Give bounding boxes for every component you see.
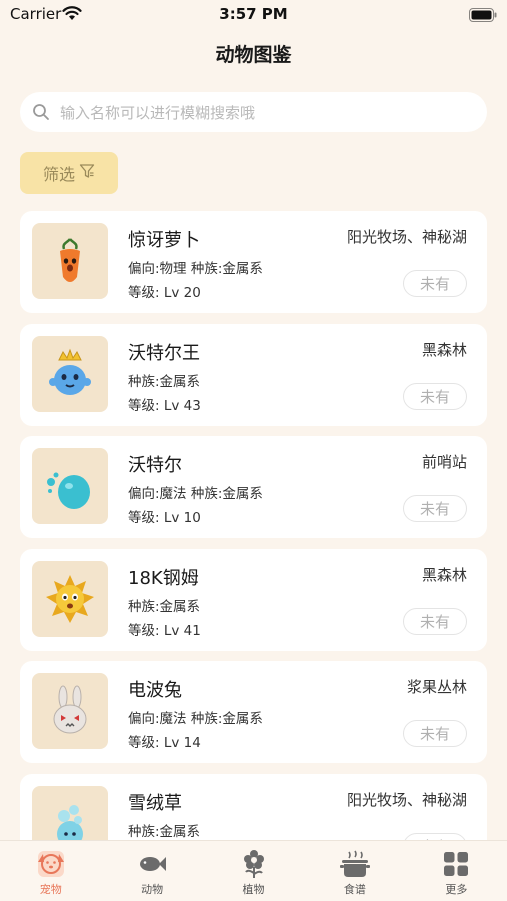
animal-attributes: 偏向:魔法 种族:金属系 [128, 711, 263, 727]
not-owned-button[interactable]: 未有 [403, 270, 467, 297]
animal-attributes: 种族:金属系 [128, 373, 201, 390]
fish-icon [137, 849, 167, 879]
tab-label: 更多 [445, 883, 468, 896]
animal-name: 惊讶萝卜 [128, 230, 200, 251]
animal-attributes: 种族:金属系 [128, 598, 201, 615]
animal-location: 黑森林 [421, 565, 467, 584]
list-item[interactable]: 惊讶萝卜 阳光牧场、神秘湖 偏向:物理 种族:金属系 等级: Lv 20 未有 [20, 211, 487, 313]
animal-level: 等级: Lv 20 [128, 285, 201, 301]
filter-button[interactable]: 筛选 [20, 152, 118, 194]
tab-plants[interactable]: 植物 [203, 841, 304, 901]
list-item[interactable]: 电波兔 浆果丛林 偏向:魔法 种族:金属系 等级: Lv 14 未有 [20, 661, 487, 763]
status-bar: Carrier 3:57 PM [0, 0, 507, 30]
animal-level: 等级: Lv 14 [128, 735, 201, 751]
animal-thumbnail [32, 560, 108, 637]
animal-name: 18K钢姆 [128, 567, 199, 589]
page-title: 动物图鉴 [215, 44, 292, 66]
animal-thumbnail [32, 223, 108, 299]
tab-label: 食谱 [343, 883, 366, 896]
animal-location: 前哨站 [421, 453, 467, 471]
filter-icon [79, 163, 95, 183]
battery-icon [469, 7, 497, 26]
search-input[interactable]: 输入名称可以进行模糊搜索哦 [20, 92, 487, 132]
search-placeholder: 输入名称可以进行模糊搜索哦 [60, 103, 256, 122]
search-icon [32, 103, 50, 121]
animal-attributes: 偏向:魔法 种族:金属系 [128, 486, 263, 502]
tab-recipes[interactable]: 食谱 [304, 841, 405, 901]
tab-more[interactable]: 更多 [406, 841, 507, 901]
animal-level: 等级: Lv 41 [128, 622, 201, 639]
crowned-blob-icon [49, 348, 91, 395]
not-owned-button[interactable]: 未有 [403, 720, 467, 747]
tab-label: 动物 [141, 883, 164, 896]
spiky-sun-icon [46, 574, 94, 623]
animal-thumbnail [32, 448, 108, 524]
animal-thumbnail [32, 335, 108, 412]
animal-list: 惊讶萝卜 阳光牧场、神秘湖 偏向:物理 种族:金属系 等级: Lv 20 未有 … [20, 211, 487, 886]
animal-level: 等级: Lv 10 [128, 510, 201, 526]
not-owned-button[interactable]: 未有 [403, 382, 467, 410]
not-owned-button[interactable]: 未有 [403, 495, 467, 522]
animal-level: 等级: Lv 43 [128, 397, 201, 414]
status-time: 3:57 PM [219, 5, 288, 23]
rabbit-icon [53, 685, 87, 734]
flower-icon [240, 849, 268, 879]
list-item[interactable]: 沃特尔 前哨站 偏向:魔法 种族:金属系 等级: Lv 10 未有 [20, 436, 487, 538]
tab-pets[interactable]: 宠物 [0, 841, 101, 901]
animal-attributes: 种族:金属系 [128, 823, 201, 840]
grid-icon [443, 849, 469, 879]
animal-attributes: 偏向:物理 种族:金属系 [128, 261, 263, 277]
tab-label: 宠物 [39, 883, 62, 896]
animal-location: 阳光牧场、神秘湖 [346, 790, 467, 809]
tab-bar: 宠物 动物 植物 食谱 更多 [0, 840, 507, 901]
carrot-creature-icon [60, 238, 80, 282]
animal-location: 阳光牧场、神秘湖 [346, 228, 467, 246]
tab-animals[interactable]: 动物 [101, 841, 202, 901]
animal-name: 沃特尔 [128, 455, 182, 476]
list-item[interactable]: 沃特尔王 黑森林 种族:金属系 等级: Lv 43 未有 [20, 323, 487, 426]
filter-label: 筛选 [42, 165, 75, 184]
tab-label: 植物 [242, 883, 265, 896]
not-owned-button[interactable]: 未有 [403, 607, 467, 635]
water-egg-icon [47, 472, 90, 509]
animal-name: 雪绒草 [128, 792, 182, 814]
animal-location: 黑森林 [421, 340, 467, 359]
animal-name: 电波兔 [128, 680, 182, 701]
list-item[interactable]: 18K钢姆 黑森林 种族:金属系 等级: Lv 41 未有 [20, 548, 487, 651]
pot-icon [339, 849, 371, 879]
animal-thumbnail [32, 673, 108, 749]
dog-face-icon [34, 849, 68, 879]
animal-location: 浆果丛林 [406, 678, 467, 696]
animal-name: 沃特尔王 [128, 342, 200, 364]
